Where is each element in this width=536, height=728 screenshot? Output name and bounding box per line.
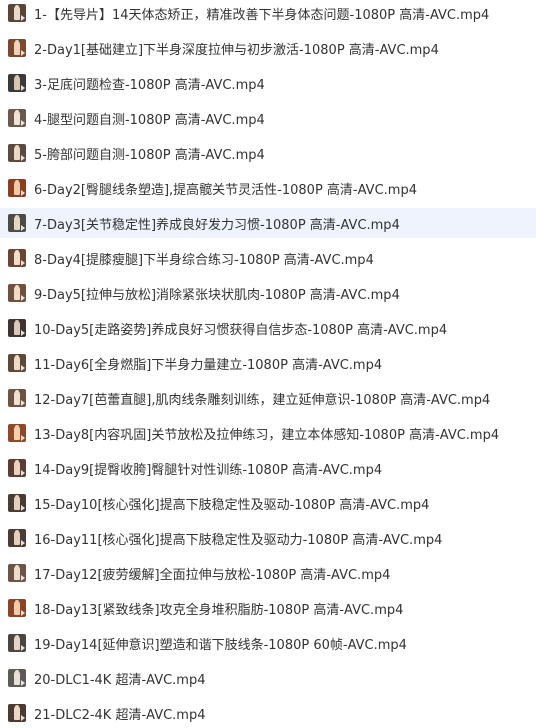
file-name: 21-DLC2-4K 超清-AVC.mp4 (34, 707, 206, 723)
file-name: 17-Day12[疲劳缓解]全面拉伸与放松-1080P 高清-AVC.mp4 (34, 567, 391, 583)
file-list-item[interactable]: 19-Day14[延伸意识]塑造和谐下肢线条-1080P 60帧-AVC.mp4 (0, 628, 536, 658)
file-list-item[interactable]: 16-Day11[核心强化]提高下肢稳定性及驱动力-1080P 高清-AVC.m… (0, 523, 536, 553)
video-thumbnail-icon (8, 634, 26, 652)
file-name: 8-Day4[提膝瘦腿]下半身综合练习-1080P 高清-AVC.mp4 (34, 252, 374, 268)
file-name: 5-胯部问题自测-1080P 高清-AVC.mp4 (34, 147, 265, 163)
file-list-item[interactable]: 18-Day13[紧致线条]攻克全身堆积脂肪-1080P 高清-AVC.mp4 (0, 593, 536, 623)
file-name: 4-腿型问题自测-1080P 高清-AVC.mp4 (34, 112, 265, 128)
file-list-item[interactable]: 6-Day2[臀腿线条塑造],提高髋关节灵活性-1080P 高清-AVC.mp4 (0, 173, 536, 203)
video-thumbnail-icon (8, 424, 26, 442)
file-name: 3-足底问题检查-1080P 高清-AVC.mp4 (34, 77, 265, 93)
file-name: 1-【先导片】14天体态矫正，精准改善下半身体态问题-1080P 高清-AVC.… (34, 7, 490, 23)
file-list-item[interactable]: 2-Day1[基础建立]下半身深度拉伸与初步激活-1080P 高清-AVC.mp… (0, 33, 536, 63)
file-list-item[interactable]: 21-DLC2-4K 超清-AVC.mp4 (0, 698, 536, 728)
video-thumbnail-icon (8, 214, 26, 232)
file-list-item[interactable]: 10-Day5[走路姿势]养成良好习惯获得自信步态-1080P 高清-AVC.m… (0, 313, 536, 343)
file-name: 12-Day7[芭蕾直腿],肌肉线条雕刻训练，建立延伸意识-1080P 高清-A… (34, 392, 491, 408)
file-list-item[interactable]: 1-【先导片】14天体态矫正，精准改善下半身体态问题-1080P 高清-AVC.… (0, 0, 536, 28)
file-list-item[interactable]: 4-腿型问题自测-1080P 高清-AVC.mp4 (0, 103, 536, 133)
file-list-item[interactable]: 17-Day12[疲劳缓解]全面拉伸与放松-1080P 高清-AVC.mp4 (0, 558, 536, 588)
video-thumbnail-icon (8, 599, 26, 617)
file-list-item[interactable]: 12-Day7[芭蕾直腿],肌肉线条雕刻训练，建立延伸意识-1080P 高清-A… (0, 383, 536, 413)
file-name: 6-Day2[臀腿线条塑造],提高髋关节灵活性-1080P 高清-AVC.mp4 (34, 182, 417, 198)
video-thumbnail-icon (8, 669, 26, 687)
video-thumbnail-icon (8, 249, 26, 267)
video-thumbnail-icon (8, 179, 26, 197)
video-thumbnail-icon (8, 459, 26, 477)
file-name: 10-Day5[走路姿势]养成良好习惯获得自信步态-1080P 高清-AVC.m… (34, 322, 448, 338)
video-thumbnail-icon (8, 494, 26, 512)
video-thumbnail-icon (8, 389, 26, 407)
file-name: 11-Day6[全身燃脂]下半身力量建立-1080P 高清-AVC.mp4 (34, 357, 383, 373)
file-list-item[interactable]: 13-Day8[内容巩固]关节放松及拉伸练习，建立本体感知-1080P 高清-A… (0, 418, 536, 448)
file-name: 9-Day5[拉伸与放松]消除紧张块状肌肉-1080P 高清-AVC.mp4 (34, 287, 400, 303)
video-thumbnail-icon (8, 39, 26, 57)
file-name: 16-Day11[核心强化]提高下肢稳定性及驱动力-1080P 高清-AVC.m… (34, 532, 443, 548)
file-list-item[interactable]: 20-DLC1-4K 超清-AVC.mp4 (0, 663, 536, 693)
file-name: 20-DLC1-4K 超清-AVC.mp4 (34, 672, 206, 688)
video-thumbnail-icon (8, 4, 26, 22)
file-name: 13-Day8[内容巩固]关节放松及拉伸练习，建立本体感知-1080P 高清-A… (34, 427, 500, 443)
file-name: 18-Day13[紧致线条]攻克全身堆积脂肪-1080P 高清-AVC.mp4 (34, 602, 404, 618)
video-thumbnail-icon (8, 284, 26, 302)
file-list: 1-【先导片】14天体态矫正，精准改善下半身体态问题-1080P 高清-AVC.… (0, 0, 536, 723)
file-list-item[interactable]: 11-Day6[全身燃脂]下半身力量建立-1080P 高清-AVC.mp4 (0, 348, 536, 378)
video-thumbnail-icon (8, 704, 26, 722)
file-name: 2-Day1[基础建立]下半身深度拉伸与初步激活-1080P 高清-AVC.mp… (34, 42, 439, 58)
file-name: 7-Day3[关节稳定性]养成良好发力习惯-1080P 高清-AVC.mp4 (34, 217, 400, 233)
file-list-item[interactable]: 14-Day9[提臀收胯]臀腿针对性训练-1080P 高清-AVC.mp4 (0, 453, 536, 483)
video-thumbnail-icon (8, 564, 26, 582)
video-thumbnail-icon (8, 354, 26, 372)
file-list-item[interactable]: 7-Day3[关节稳定性]养成良好发力习惯-1080P 高清-AVC.mp4 (0, 208, 536, 238)
file-list-item[interactable]: 9-Day5[拉伸与放松]消除紧张块状肌肉-1080P 高清-AVC.mp4 (0, 278, 536, 308)
file-name: 19-Day14[延伸意识]塑造和谐下肢线条-1080P 60帧-AVC.mp4 (34, 637, 407, 653)
file-list-item[interactable]: 5-胯部问题自测-1080P 高清-AVC.mp4 (0, 138, 536, 168)
file-list-item[interactable]: 3-足底问题检查-1080P 高清-AVC.mp4 (0, 68, 536, 98)
file-name: 15-Day10[核心强化]提高下肢稳定性及驱动-1080P 高清-AVC.mp… (34, 497, 430, 513)
file-name: 14-Day9[提臀收胯]臀腿针对性训练-1080P 高清-AVC.mp4 (34, 462, 383, 478)
file-list-item[interactable]: 15-Day10[核心强化]提高下肢稳定性及驱动-1080P 高清-AVC.mp… (0, 488, 536, 518)
file-list-item[interactable]: 8-Day4[提膝瘦腿]下半身综合练习-1080P 高清-AVC.mp4 (0, 243, 536, 273)
video-thumbnail-icon (8, 144, 26, 162)
video-thumbnail-icon (8, 529, 26, 547)
video-thumbnail-icon (8, 109, 26, 127)
video-thumbnail-icon (8, 319, 26, 337)
video-thumbnail-icon (8, 74, 26, 92)
